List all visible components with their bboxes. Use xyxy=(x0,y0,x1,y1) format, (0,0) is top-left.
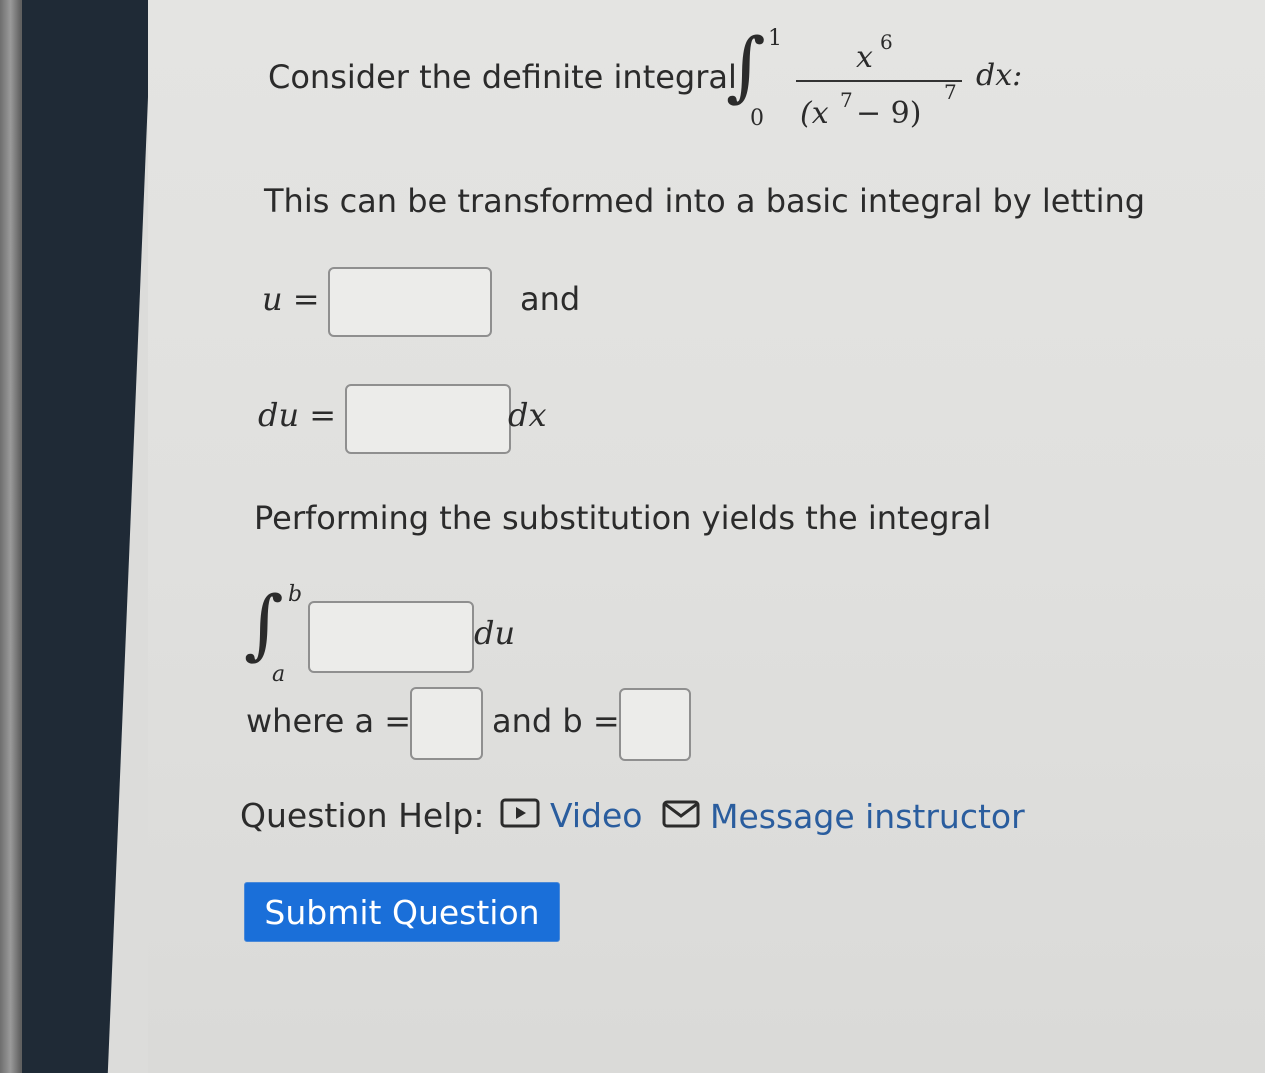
submit-question-button[interactable]: Submit Question xyxy=(244,882,560,942)
new-integral-upper: b xyxy=(288,582,303,607)
denominator-inner-exponent: 7 xyxy=(840,88,853,112)
u-label: u = xyxy=(262,280,320,318)
denominator-exponent: 7 xyxy=(944,80,957,104)
envelope-icon[interactable] xyxy=(662,800,700,828)
integral-lower-limit: 0 xyxy=(750,106,764,131)
du-label: du = xyxy=(258,396,337,434)
du-dx-label: dx xyxy=(508,396,547,434)
video-link[interactable]: Video xyxy=(550,796,642,835)
du-input[interactable] xyxy=(345,384,511,454)
a-input[interactable] xyxy=(410,687,483,760)
new-integral-lower: a xyxy=(272,662,286,687)
numerator-exponent: 6 xyxy=(880,30,893,54)
integral-upper-limit: 1 xyxy=(768,26,782,51)
where-a-label: where a = xyxy=(246,702,412,740)
transform-text: This can be transformed into a basic int… xyxy=(264,182,1146,220)
new-integral-differential: du xyxy=(474,614,516,652)
fraction-bar xyxy=(796,80,962,82)
integrand-input[interactable] xyxy=(308,601,474,673)
integral-sign: ∫ xyxy=(726,21,766,110)
message-instructor-link[interactable]: Message instructor xyxy=(710,797,1025,836)
video-play-icon[interactable] xyxy=(500,798,540,828)
denominator-open: (x xyxy=(800,96,829,131)
differential-dx: dx: xyxy=(976,58,1023,93)
substitution-text: Performing the substitution yields the i… xyxy=(254,499,992,537)
monitor-frame xyxy=(22,0,152,1073)
b-input[interactable] xyxy=(619,688,691,761)
and-label: and xyxy=(520,280,581,318)
new-integral-sign: ∫ xyxy=(244,579,284,668)
denominator-rest: − 9) xyxy=(856,96,922,131)
question-help-label: Question Help: xyxy=(240,796,485,835)
u-input[interactable] xyxy=(328,267,492,337)
and-b-label: and b = xyxy=(492,702,620,740)
numerator-base: x xyxy=(856,40,873,75)
intro-text: Consider the definite integral xyxy=(268,58,737,96)
